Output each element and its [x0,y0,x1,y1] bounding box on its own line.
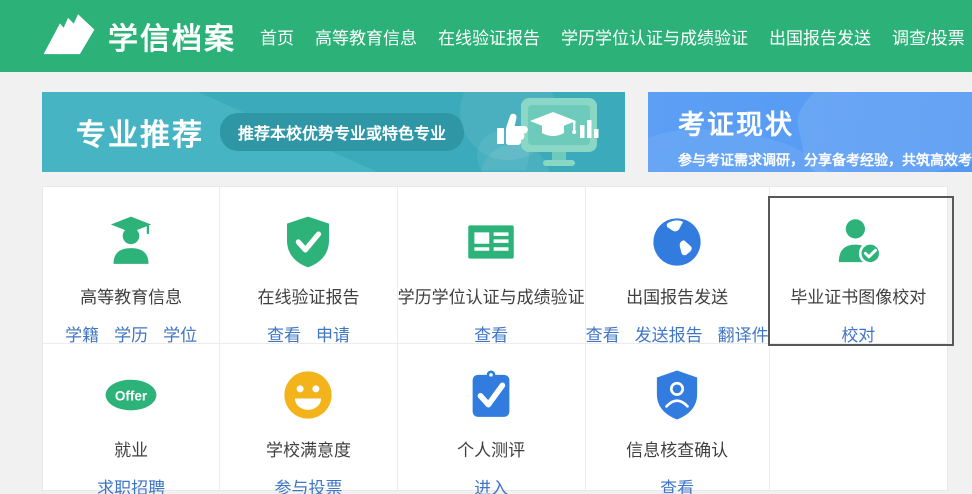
person-check-icon [830,214,886,270]
card-title: 学历学位认证与成绩验证 [398,283,585,308]
link-job-recruitment[interactable]: 求职招聘 [97,474,165,494]
card-links: 参与投票 [274,474,342,494]
banner-subtitle: 参与考证需求调研，分享备考经验，共筑高效考证 [678,150,972,170]
top-navbar: 学信档案 首页 高等教育信息 在线验证报告 学历学位认证与成绩验证 出国报告发送… [0,0,972,72]
nav-item-credential-authentication[interactable]: 学历学位认证与成绩验证 [561,24,748,49]
card-title: 出国报告发送 [626,283,728,308]
chsi-logo[interactable]: 学信档案 [40,14,236,58]
card-links: 学籍 学历 学位 [65,321,197,346]
card-title: 学校满意度 [266,436,351,461]
nav-item-online-verification[interactable]: 在线验证报告 [438,24,540,49]
link-xueli[interactable]: 学历 [114,321,148,346]
card-school-satisfaction: 学校满意度 参与投票 [220,344,397,490]
nav-item-home[interactable]: 首页 [260,24,294,49]
monitor-thumbsup-chart-icon [473,94,623,170]
services-grid: 高等教育信息 学籍 学历 学位 在线验证报告 查看 申请 学历学位认证与成绩验证 [42,186,948,491]
exam-status-banner[interactable]: 考证现状 参与考证需求调研，分享备考经验，共筑高效考证 [648,92,972,172]
smiley-icon [280,367,336,423]
link-send-report[interactable]: 发送报告 [635,321,703,346]
card-employment: Offer 就业 求职招聘 [43,344,220,490]
offer-badge-text: Offer [115,389,148,404]
link-view-authentication[interactable]: 查看 [474,321,508,346]
logo-title: 学信档案 [108,14,236,58]
banner-title: 专业推荐 [76,110,204,154]
link-view-confirm[interactable]: 查看 [660,474,694,494]
link-enter-assessment[interactable]: 进入 [474,474,508,494]
link-view-report[interactable]: 查看 [267,321,301,346]
card-title: 高等教育信息 [80,283,182,308]
card-higher-education-info: 高等教育信息 学籍 学历 学位 [43,187,220,344]
card-links: 校对 [841,321,875,346]
nav-item-survey-vote[interactable]: 调查/投票 [892,24,965,49]
card-diploma-image-check: 毕业证书图像校对 校对 [770,187,947,344]
card-links: 查看 [474,321,508,346]
globe-icon [649,214,705,270]
shield-person-icon [649,367,705,423]
card-links: 查看 发送报告 翻译件 [586,321,769,346]
nav-item-abroad-report[interactable]: 出国报告发送 [769,24,871,49]
nav-menu: 首页 高等教育信息 在线验证报告 学历学位认证与成绩验证 出国报告发送 调查/投… [260,24,965,49]
stacked-pages-logo-icon [40,14,98,58]
clipboard-check-icon [463,367,519,423]
shield-check-icon [280,214,336,270]
card-online-verification-report: 在线验证报告 查看 申请 [220,187,397,344]
graduate-icon [103,214,159,270]
link-translation[interactable]: 翻译件 [718,321,769,346]
id-card-icon [463,214,519,270]
link-vote[interactable]: 参与投票 [274,474,342,494]
offer-badge-icon: Offer [103,367,159,423]
card-title: 个人测评 [457,436,525,461]
card-abroad-report-send: 出国报告发送 查看 发送报告 翻译件 [586,187,770,344]
card-links: 进入 [474,474,508,494]
card-title: 信息核查确认 [626,436,728,461]
card-title: 就业 [114,436,148,461]
link-proofread[interactable]: 校对 [841,321,875,346]
major-recommend-banner[interactable]: 专业推荐 推荐本校优势专业或特色专业 [42,92,625,172]
link-xueji[interactable]: 学籍 [65,321,99,346]
card-links: 查看 申请 [267,321,350,346]
link-view-abroad[interactable]: 查看 [586,321,620,346]
link-xuewei[interactable]: 学位 [163,321,197,346]
card-title: 毕业证书图像校对 [790,283,926,308]
banner-title: 考证现状 [678,103,972,142]
nav-item-higher-education[interactable]: 高等教育信息 [315,24,417,49]
card-credential-authentication: 学历学位认证与成绩验证 查看 [398,187,586,344]
empty-cell [770,344,947,490]
link-apply-report[interactable]: 申请 [316,321,350,346]
card-links: 查看 [660,474,694,494]
card-personal-assessment: 个人测评 进入 [398,344,586,490]
card-links: 求职招聘 [97,474,165,494]
card-info-verification-confirm: 信息核查确认 查看 [586,344,770,490]
banner-pill-text: 推荐本校优势专业或特色专业 [220,113,464,151]
card-title: 在线验证报告 [257,283,359,308]
